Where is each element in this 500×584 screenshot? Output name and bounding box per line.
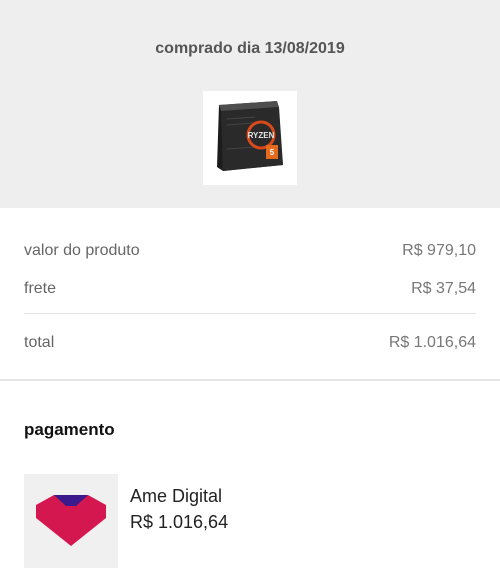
product-price-row: valor do produto R$ 979,10 (24, 242, 476, 262)
total-label: total (24, 334, 55, 351)
purchase-date: comprado dia 13/08/2019 (155, 40, 345, 57)
brand-label: RYZEN (248, 131, 275, 140)
svg-text:5: 5 (270, 148, 275, 157)
product-price-value: R$ 979,10 (402, 242, 476, 259)
order-detail-page: comprado dia 13/08/2019 RYZEN 5 valor do… (0, 0, 500, 584)
summary-divider (24, 313, 476, 314)
shipping-row: frete R$ 37,54 (24, 280, 476, 300)
payment-title: pagamento (24, 420, 115, 439)
ame-heart-logo-icon (24, 474, 118, 568)
section-divider (0, 379, 500, 381)
payment-method-name: Ame Digital (130, 486, 223, 506)
payment-logo (24, 474, 118, 568)
shipping-value: R$ 37,54 (411, 280, 476, 297)
shipping-label: frete (24, 280, 57, 297)
total-row: total R$ 1.016,64 (24, 334, 476, 354)
product-image[interactable]: RYZEN 5 (203, 91, 297, 185)
order-header: comprado dia 13/08/2019 RYZEN 5 (0, 0, 500, 208)
payment-amount: R$ 1.016,64 (130, 512, 229, 532)
product-price-label: valor do produto (24, 242, 140, 259)
cpu-box-icon: RYZEN 5 (203, 91, 297, 185)
total-value: R$ 1.016,64 (388, 334, 476, 351)
